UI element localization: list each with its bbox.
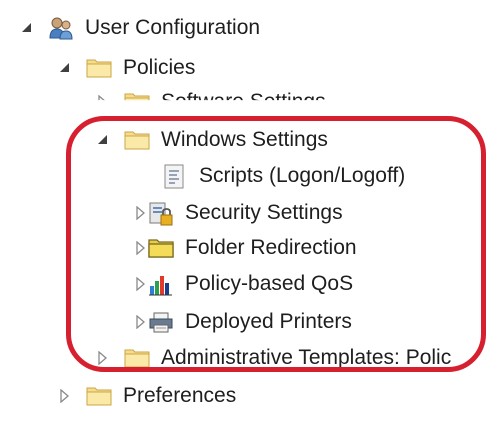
script-icon [162, 164, 188, 189]
tree-item-label: Folder Redirection [185, 236, 357, 259]
tree-item-label: Security Settings [185, 201, 343, 224]
tree-item-policies[interactable]: Policies [58, 52, 195, 84]
expand-arrow-icon[interactable] [58, 61, 72, 75]
collapse-arrow-icon[interactable] [96, 351, 110, 365]
tree-item-label: Software Settings [161, 90, 326, 113]
tree-item-label: Administrative Templates: Polic [161, 346, 452, 369]
folder-icon [86, 56, 112, 80]
printer-icon [148, 310, 174, 334]
tree-item-scripts[interactable]: Scripts (Logon/Logoff) [162, 160, 405, 192]
collapse-arrow-icon[interactable] [134, 277, 148, 291]
tree-item-label: User Configuration [85, 16, 261, 39]
tree-item-label: Scripts (Logon/Logoff) [199, 164, 406, 187]
tree-item-label: Policy-based QoS [185, 272, 354, 295]
tree-item-label: Windows Settings [161, 128, 328, 151]
tree-item-deployed-printers[interactable]: Deployed Printers [134, 306, 352, 338]
tree-item-label: Preferences [123, 384, 237, 407]
tree-item-software-settings[interactable]: Software Settings [96, 86, 326, 113]
tree-item-folder-redirection[interactable]: Folder Redirection [134, 232, 357, 264]
collapse-arrow-icon[interactable] [96, 95, 110, 101]
collapse-arrow-icon[interactable] [134, 206, 148, 220]
folder-icon [124, 90, 150, 101]
folder-icon [148, 236, 174, 260]
collapse-arrow-icon[interactable] [58, 389, 72, 403]
collapse-arrow-icon[interactable] [134, 241, 148, 255]
tree-item-windows-settings[interactable]: Windows Settings [96, 124, 328, 156]
tree-item-user-configuration[interactable]: User Configuration [20, 12, 260, 44]
folder-icon [86, 384, 112, 408]
expand-arrow-icon[interactable] [20, 21, 34, 35]
expand-arrow-icon[interactable] [96, 133, 110, 147]
folder-icon [124, 346, 150, 370]
security-lock-icon [148, 201, 174, 226]
tree-item-administrative-templates[interactable]: Administrative Templates: Polic [96, 342, 451, 374]
bar-chart-icon [148, 272, 174, 296]
tree-item-label: Deployed Printers [185, 310, 352, 333]
collapse-arrow-icon[interactable] [134, 315, 148, 329]
tree-item-label: Policies [123, 56, 196, 79]
users-icon [48, 16, 74, 40]
tree-item-security-settings[interactable]: Security Settings [134, 197, 343, 229]
tree-item-policy-qos[interactable]: Policy-based QoS [134, 268, 353, 300]
folder-icon [124, 128, 150, 152]
tree-item-preferences[interactable]: Preferences [58, 380, 236, 412]
